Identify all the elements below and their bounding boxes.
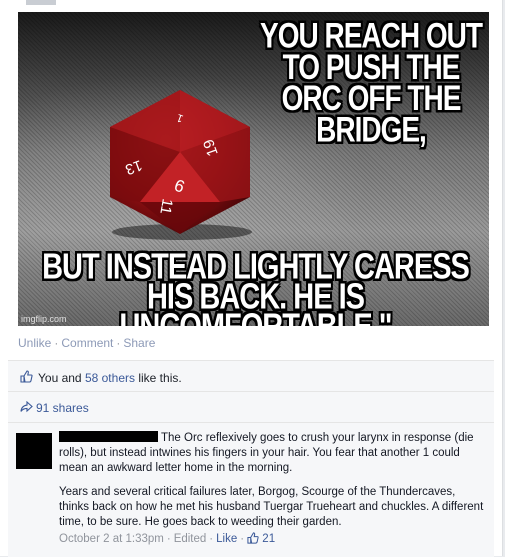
comment-paragraph-2: Years and several critical failures late…	[59, 486, 484, 528]
post-card: 9 11 13 19 1 You reach out to push the o…	[0, 0, 503, 557]
likes-others-link[interactable]: 58 others	[85, 371, 135, 385]
comment-timestamp[interactable]: October 2 at 1:33pm	[59, 533, 164, 545]
previous-post-strip	[0, 0, 502, 12]
comment-like-link[interactable]: Like	[216, 533, 237, 545]
likes-prefix: You and	[38, 371, 82, 385]
comment: The Orc reflexively goes to crush your l…	[8, 422, 494, 557]
redacted-commenter-name[interactable]	[59, 431, 158, 442]
comment-meta: October 2 at 1:33pm · Edited · Like · 21	[59, 532, 276, 545]
unlike-link[interactable]: Unlike	[18, 336, 51, 350]
share-arrow-icon	[20, 401, 33, 413]
comment-like-thumb-icon	[247, 532, 259, 544]
shares-link[interactable]: 91 shares	[36, 401, 89, 415]
comment-link[interactable]: Comment	[61, 336, 113, 350]
previous-thumbnail	[26, 0, 56, 5]
share-link[interactable]: Share	[123, 336, 155, 350]
comment-paragraph-1: The Orc reflexively goes to crush your l…	[59, 431, 484, 476]
shares-summary: 91 shares	[8, 391, 494, 422]
meme-image[interactable]: 9 11 13 19 1 You reach out to push the o…	[18, 12, 489, 326]
thumbs-up-icon	[20, 370, 33, 383]
comment-edited[interactable]: Edited	[174, 533, 207, 545]
svg-text:11: 11	[156, 197, 175, 215]
likes-suffix: like this.	[138, 371, 182, 385]
comment-like-count[interactable]: 21	[262, 533, 275, 545]
red-d20-die-icon: 9 11 13 19 1	[110, 90, 252, 240]
meme-watermark: imgflip.com	[21, 314, 67, 324]
commenter-avatar[interactable]	[16, 433, 52, 469]
post-action-bar: Unlike · Comment · Share	[18, 336, 156, 350]
likes-summary: You and 58 others like this.	[8, 360, 494, 391]
meme-bottom-caption: But instead lightly caress his back. He …	[42, 247, 470, 326]
meme-top-caption: You reach out to push the orc off the br…	[260, 16, 483, 149]
comment-body: The Orc reflexively goes to crush your l…	[59, 431, 484, 547]
